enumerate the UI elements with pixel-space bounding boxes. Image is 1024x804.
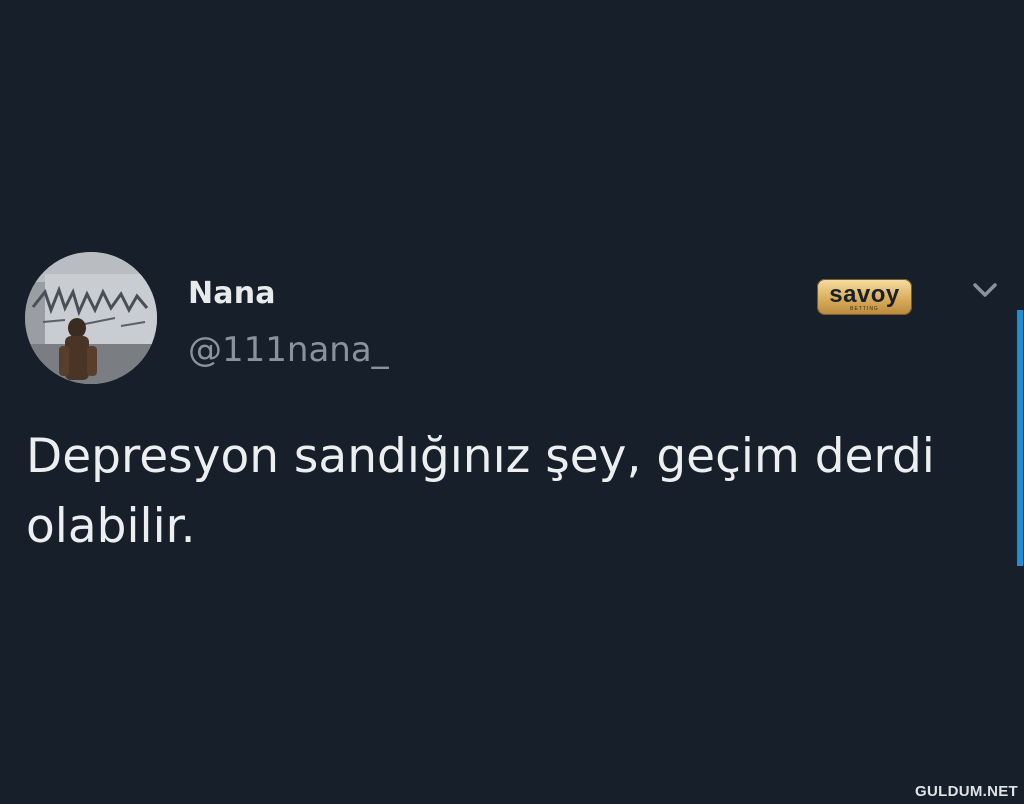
avatar-photo bbox=[25, 252, 157, 384]
watermark: GULDUM.NET bbox=[915, 783, 1018, 800]
badge-brand: savoy bbox=[829, 281, 900, 308]
display-name[interactable]: Nana bbox=[188, 276, 276, 311]
tweet-screen: Nana @111nana_ savoy BETTING Depresyon s… bbox=[0, 0, 1024, 804]
badge-subtitle: BETTING bbox=[850, 306, 879, 312]
tweet-text: Depresyon sandığınız şey, geçim derdi ol… bbox=[26, 429, 935, 554]
user-handle[interactable]: @111nana_ bbox=[188, 330, 389, 370]
avatar[interactable] bbox=[25, 252, 157, 384]
sponsor-badge: savoy BETTING bbox=[817, 279, 912, 315]
chevron-down-icon[interactable] bbox=[970, 280, 1000, 300]
scroll-indicator[interactable] bbox=[1017, 310, 1023, 566]
